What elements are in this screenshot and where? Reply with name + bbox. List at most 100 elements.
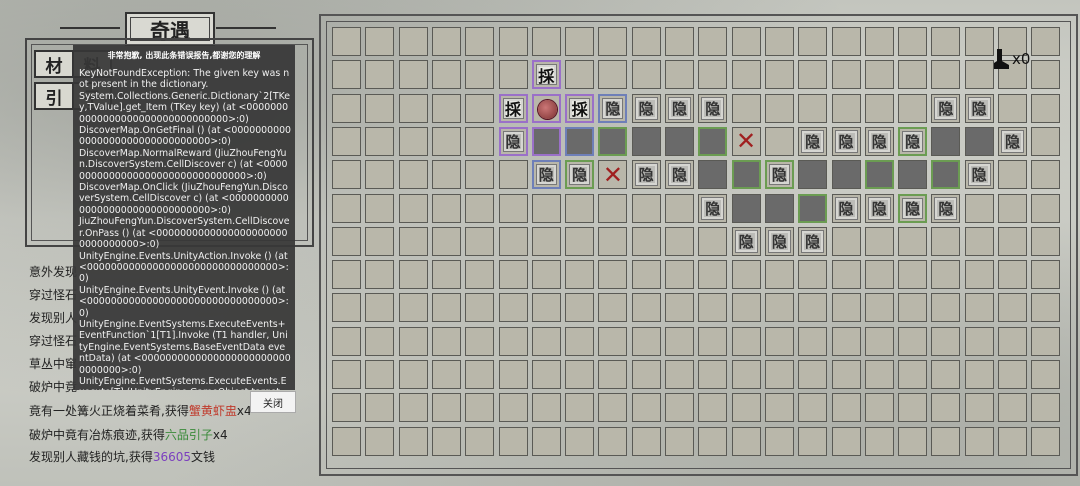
grid-cell[interactable] (831, 60, 861, 90)
grid-cell[interactable] (898, 393, 928, 423)
grid-cell[interactable] (898, 60, 928, 90)
grid-cell-explored[interactable] (864, 160, 894, 190)
grid-cell[interactable] (365, 93, 395, 123)
hidden-tile[interactable]: 隐 (967, 163, 991, 187)
grid-cell[interactable] (598, 260, 628, 290)
grid-cell[interactable] (931, 226, 961, 256)
grid-cell-explored[interactable] (731, 193, 761, 223)
grid-cell[interactable] (731, 60, 761, 90)
grid-cell[interactable] (431, 27, 461, 56)
hidden-tile[interactable]: 隐 (834, 196, 858, 220)
grid-cell[interactable]: 隐 (565, 160, 595, 190)
grid-cell[interactable] (998, 160, 1027, 190)
grid-cell[interactable] (1031, 27, 1061, 56)
grid-cell[interactable] (731, 360, 761, 389)
grid-cell[interactable] (598, 426, 628, 456)
grid-cell[interactable] (931, 60, 961, 90)
grid-cell[interactable]: 隐 (631, 160, 661, 190)
grid-cell[interactable] (998, 393, 1027, 423)
grid-cell[interactable] (365, 226, 395, 256)
gather-tile[interactable]: 採 (502, 97, 524, 119)
grid-cell[interactable] (598, 293, 628, 323)
hidden-tile[interactable]: 隐 (1001, 129, 1024, 153)
hidden-tile[interactable]: 隐 (768, 164, 790, 186)
grid-cell[interactable] (1031, 260, 1061, 290)
grid-cell[interactable] (498, 426, 528, 456)
grid-cell[interactable] (631, 293, 661, 323)
grid-cell[interactable] (798, 426, 828, 456)
grid-cell[interactable] (798, 260, 828, 290)
grid-cell[interactable] (1031, 126, 1061, 156)
grid-cell[interactable] (964, 360, 994, 389)
gather-tile[interactable]: 採 (535, 64, 557, 86)
grid-cell[interactable] (531, 293, 561, 323)
grid-cell[interactable] (498, 293, 528, 323)
grid-cell-explored[interactable] (831, 160, 861, 190)
grid-cell[interactable]: 隐 (698, 193, 728, 223)
grid-cell[interactable] (332, 27, 361, 56)
grid-cell[interactable] (864, 326, 894, 356)
grid-cell[interactable] (698, 27, 728, 56)
grid-cell[interactable] (898, 260, 928, 290)
grid-cell[interactable] (431, 60, 461, 90)
grid-cell[interactable] (931, 360, 961, 389)
grid-cell[interactable] (731, 426, 761, 456)
grid-cell-explored[interactable] (931, 160, 961, 190)
grid-cell[interactable] (332, 393, 361, 423)
grid-cell[interactable]: 隐 (731, 226, 761, 256)
hidden-tile[interactable]: 隐 (902, 130, 924, 152)
grid-cell[interactable] (698, 360, 728, 389)
grid-cell[interactable] (1031, 226, 1061, 256)
grid-cell[interactable] (998, 260, 1027, 290)
grid-cell-explored[interactable] (898, 160, 928, 190)
grid-cell-explored[interactable] (964, 126, 994, 156)
hidden-tile[interactable]: 隐 (934, 96, 958, 120)
grid-cell[interactable] (864, 293, 894, 323)
hidden-tile[interactable]: 隐 (701, 196, 725, 220)
grid-cell[interactable] (531, 193, 561, 223)
grid-cell[interactable] (698, 260, 728, 290)
grid-cell[interactable] (465, 126, 495, 156)
grid-cell-explored[interactable] (598, 126, 628, 156)
grid-cell-explored[interactable] (698, 126, 728, 156)
grid-cell[interactable] (864, 260, 894, 290)
grid-cell[interactable] (531, 393, 561, 423)
grid-cell[interactable] (465, 326, 495, 356)
grid-cell[interactable] (898, 426, 928, 456)
grid-cell[interactable] (931, 393, 961, 423)
grid-cell[interactable] (631, 360, 661, 389)
grid-cell[interactable]: 隐 (931, 93, 961, 123)
grid-cell[interactable] (831, 93, 861, 123)
grid-cell[interactable] (465, 160, 495, 190)
grid-cell[interactable] (498, 360, 528, 389)
grid-cell[interactable] (764, 27, 794, 56)
grid-cell-explored[interactable] (665, 126, 694, 156)
grid-cell[interactable] (1031, 293, 1061, 323)
grid-cell[interactable] (665, 27, 694, 56)
grid-cell[interactable]: ✕ (731, 126, 761, 156)
grid-cell[interactable] (398, 27, 428, 56)
grid-cell[interactable] (598, 326, 628, 356)
grid-cell[interactable] (798, 93, 828, 123)
grid-cell[interactable] (698, 293, 728, 323)
grid-cell[interactable] (864, 393, 894, 423)
grid-cell[interactable] (1031, 393, 1061, 423)
grid-cell[interactable] (798, 60, 828, 90)
grid-cell[interactable] (465, 93, 495, 123)
grid-cell[interactable] (698, 60, 728, 90)
grid-cell[interactable] (764, 126, 794, 156)
grid-cell[interactable] (431, 293, 461, 323)
grid-cell[interactable] (631, 260, 661, 290)
grid-cell[interactable] (831, 226, 861, 256)
grid-cell[interactable] (431, 426, 461, 456)
grid-cell[interactable] (698, 226, 728, 256)
grid-cell[interactable] (431, 193, 461, 223)
grid-cell[interactable] (465, 226, 495, 256)
grid-cell[interactable]: 隐 (764, 160, 794, 190)
grid-cell[interactable]: 隐 (798, 126, 828, 156)
grid-cell[interactable] (431, 260, 461, 290)
grid-cell[interactable] (698, 326, 728, 356)
grid-cell[interactable] (465, 260, 495, 290)
grid-cell[interactable] (531, 260, 561, 290)
grid-cell[interactable] (1031, 326, 1061, 356)
